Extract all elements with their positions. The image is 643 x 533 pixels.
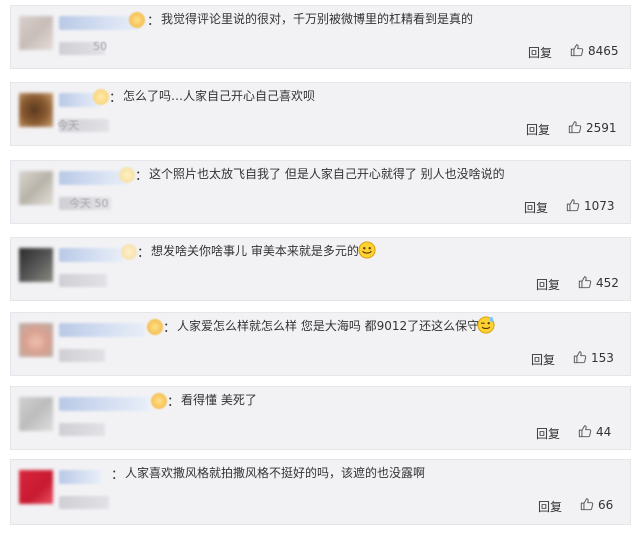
colon: ： [135, 169, 149, 184]
thumbs-up-icon[interactable] [580, 497, 594, 511]
avatar[interactable] [19, 470, 53, 504]
avatar[interactable] [19, 171, 53, 205]
timestamp [59, 423, 105, 436]
comment-card: ： 看得懂 美死了 回复 44 [10, 386, 631, 450]
avatar[interactable] [19, 93, 53, 127]
colon: ： [163, 321, 177, 336]
vip-badge-icon [147, 319, 163, 335]
timestamp-text: 50 [93, 40, 107, 53]
colon: ： [167, 395, 181, 410]
avatar[interactable] [19, 397, 53, 431]
reply-button[interactable]: 回复 [524, 199, 548, 216]
like-count: 8465 [588, 44, 619, 58]
comment-text: 我觉得评论里说的很对，千万别被微博里的杠精看到是真的 [161, 12, 474, 26]
vip-badge-icon [119, 167, 135, 183]
timestamp-text: 今天 [57, 119, 79, 132]
reply-button[interactable]: 回复 [538, 498, 562, 515]
vip-badge-icon [121, 244, 137, 260]
colon: ： [109, 91, 123, 106]
vip-badge-icon [93, 89, 109, 105]
colon: ： [147, 14, 161, 29]
reply-button[interactable]: 回复 [536, 425, 560, 442]
comment-text: 怎么了吗…人家自己开心自己喜欢呗 [123, 89, 316, 103]
reply-button[interactable]: 回复 [528, 44, 552, 61]
reply-button[interactable]: 回复 [531, 351, 555, 368]
timestamp-text: 今天 50 [69, 197, 109, 210]
avatar[interactable] [19, 248, 53, 282]
thumbs-up-icon[interactable] [573, 350, 587, 364]
comment-text: 人家喜欢撒风格就拍撒风格不挺好的吗，该遮的也没露啊 [125, 466, 426, 480]
timestamp [59, 349, 105, 362]
comment-card: ： 人家爱怎么样就怎么样 您是大海吗 都9012了还这么保守吗 回复 153 [10, 312, 631, 376]
comment-card: ： 想发啥关你啥事儿 审美本来就是多元的 回复 452 [10, 237, 631, 301]
comment-text: 人家爱怎么样就怎么样 您是大海吗 都9012了还这么保守吗 [177, 319, 492, 333]
reply-button[interactable]: 回复 [536, 276, 560, 293]
like-count: 2591 [586, 121, 617, 135]
username[interactable] [59, 323, 145, 337]
like-count: 44 [596, 425, 612, 439]
username[interactable] [59, 16, 139, 30]
thumbs-up-icon[interactable] [570, 43, 584, 57]
comment-card: ： 这个照片也太放飞自我了 但是人家自己开心就得了 别人也没啥说的 今天 50 … [10, 160, 631, 224]
thumbs-up-icon[interactable] [578, 275, 592, 289]
username[interactable] [59, 397, 149, 411]
thumbs-up-icon[interactable] [568, 120, 582, 134]
like-count: 66 [598, 498, 614, 512]
timestamp [59, 274, 107, 287]
thumbs-up-icon[interactable] [578, 424, 592, 438]
comment-card: ： 我觉得评论里说的很对，千万别被微博里的杠精看到是真的 50 回复 8465 [10, 5, 631, 69]
like-count: 153 [591, 351, 614, 365]
timestamp [59, 496, 109, 509]
username[interactable] [59, 171, 127, 185]
username[interactable] [59, 470, 101, 484]
smile-emoji-icon [358, 241, 376, 259]
colon: ： [111, 468, 125, 483]
vip-badge-icon [129, 12, 145, 28]
comment-card: ： 怎么了吗…人家自己开心自己喜欢呗 今天 回复 2591 [10, 82, 631, 146]
avatar[interactable] [19, 16, 53, 50]
reply-button[interactable]: 回复 [526, 121, 550, 138]
colon: ： [137, 246, 151, 261]
like-count: 452 [596, 276, 619, 290]
comment-text: 这个照片也太放飞自我了 但是人家自己开心就得了 别人也没啥说的 [149, 167, 505, 181]
wink-emoji-icon [477, 316, 495, 334]
comment-text: 看得懂 美死了 [181, 393, 257, 407]
thumbs-up-icon[interactable] [566, 198, 580, 212]
comment-card: ： 人家喜欢撒风格就拍撒风格不挺好的吗，该遮的也没露啊 回复 66 [10, 459, 631, 525]
vip-badge-icon [151, 393, 167, 409]
avatar[interactable] [19, 323, 53, 357]
like-count: 1073 [584, 199, 615, 213]
comment-text: 想发啥关你啥事儿 审美本来就是多元的 [151, 244, 359, 258]
username[interactable] [59, 248, 123, 262]
